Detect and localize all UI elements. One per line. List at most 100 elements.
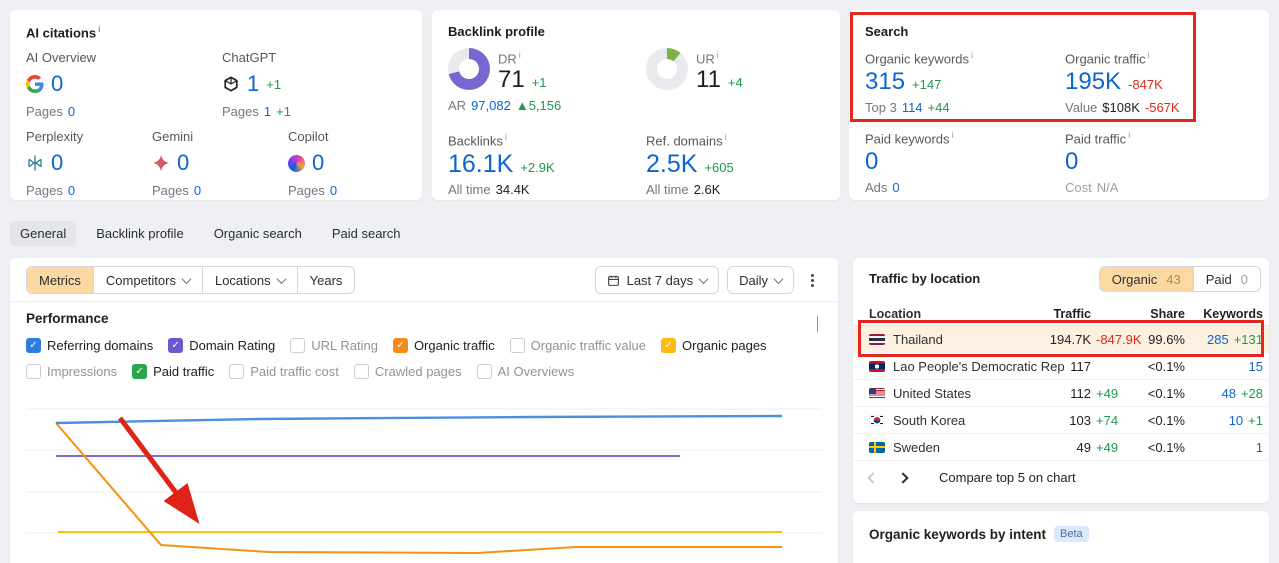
organic-keywords-intent-title: Organic keywords by intent: [869, 526, 1047, 542]
pages-value[interactable]: 0: [194, 183, 201, 199]
keywords-value[interactable]: 15: [1249, 359, 1263, 374]
checkbox-unchecked-icon: [476, 364, 492, 379]
traffic-value: 49: [1076, 439, 1091, 455]
locations-filter-button[interactable]: Locations: [201, 267, 297, 293]
traffic-delta: +49: [1096, 439, 1119, 455]
checkbox-organic-pages[interactable]: ✓ Organic pages: [661, 336, 767, 355]
checkbox-unchecked-icon: [26, 364, 41, 379]
red-arrow-annotation: [118, 416, 200, 524]
keywords-value[interactable]: 10: [1229, 413, 1243, 428]
share-value: <0.1%: [1147, 385, 1185, 401]
organic-toggle-button[interactable]: Organic 43: [1099, 267, 1193, 291]
tab-paid-search[interactable]: Paid search: [322, 221, 411, 246]
copilot-value[interactable]: 0: [312, 150, 324, 176]
checkbox-unchecked-icon: [290, 338, 306, 353]
header-traffic[interactable]: Traffic: [1005, 307, 1091, 321]
keywords-value[interactable]: 1: [1256, 440, 1263, 455]
performance-card: Metrics Competitors Locations Years Last…: [10, 258, 838, 563]
tab-organic-search[interactable]: Organic search: [204, 221, 312, 246]
pages-value[interactable]: 0: [68, 183, 75, 199]
pages-value[interactable]: 0: [68, 104, 75, 120]
pages-value[interactable]: 1: [264, 104, 271, 120]
share-value: 99.6%: [1148, 331, 1185, 347]
checkbox-referring-domains[interactable]: ✓ Referring domains: [26, 336, 153, 355]
chevron-up-icon: [817, 316, 818, 332]
location-name: United States: [893, 385, 972, 401]
collapse-section-button[interactable]: [817, 316, 818, 332]
checkbox-crawled-pages[interactable]: Crawled pages: [353, 362, 462, 381]
ref-domains-value[interactable]: 2.5K: [646, 150, 697, 178]
backlinks-value[interactable]: 16.1K: [448, 150, 513, 178]
top3-value[interactable]: 114: [902, 100, 923, 116]
checkbox-checked-icon: ✓: [168, 338, 184, 353]
checkbox-organic-traffic-value[interactable]: Organic traffic value: [509, 336, 646, 355]
organic-paid-toggle: Organic 43 Paid 0: [1098, 266, 1261, 292]
keywords-delta: +28: [1240, 385, 1263, 401]
paid-keywords-value[interactable]: 0: [865, 148, 878, 176]
alltime-value: 2.6K: [693, 182, 721, 197]
organic-traffic-value[interactable]: 195K: [1065, 68, 1121, 96]
chevron-down-icon: [773, 273, 784, 284]
performance-line-chart[interactable]: [10, 386, 838, 563]
table-row-united-states[interactable]: United States 112 +49 <0.1% 48 +28: [853, 380, 1269, 407]
ai-overview-value[interactable]: 0: [51, 71, 63, 97]
traffic-value: 194.7K: [1049, 331, 1091, 347]
paid-traffic-label: Paid traffic: [1065, 130, 1130, 146]
table-row-sweden[interactable]: Sweden 49 +49 <0.1% 1: [853, 434, 1269, 461]
perplexity-value[interactable]: 0: [51, 150, 63, 176]
checkbox-url-rating[interactable]: URL Rating: [290, 336, 378, 355]
perplexity-icon: [26, 154, 44, 172]
competitors-filter-button[interactable]: Competitors: [92, 267, 202, 293]
checkbox-label: URL Rating: [311, 338, 378, 353]
ur-donut-chart: [646, 48, 688, 90]
calendar-icon: [607, 274, 620, 287]
keywords-value[interactable]: 48: [1221, 386, 1235, 401]
chevron-right-icon[interactable]: [897, 471, 909, 484]
value-delta: -567K: [1144, 100, 1180, 115]
tab-backlink-profile[interactable]: Backlink profile: [86, 221, 193, 246]
gemini-value[interactable]: 0: [177, 150, 189, 176]
tab-general[interactable]: General: [10, 221, 77, 246]
chevron-left-icon[interactable]: [867, 471, 879, 484]
flag-united-states-icon: [869, 387, 885, 399]
metrics-filter-button[interactable]: Metrics: [27, 267, 93, 293]
date-range-button[interactable]: Last 7 days: [594, 266, 720, 294]
traffic-delta: +49: [1096, 385, 1119, 401]
granularity-button[interactable]: Daily: [727, 266, 794, 294]
table-row-thailand[interactable]: Thailand 194.7K -847.9K 99.6% 285 +131: [853, 326, 1269, 353]
beta-badge: Beta: [1054, 526, 1089, 542]
backlinks-delta: +2.9K: [520, 160, 555, 175]
backlinks-label: Backlinks: [448, 132, 507, 148]
checkbox-organic-traffic[interactable]: ✓ Organic traffic: [392, 336, 495, 355]
paid-traffic-value[interactable]: 0: [1065, 148, 1078, 176]
paid-toggle-button[interactable]: Paid 0: [1192, 267, 1260, 291]
checkbox-impressions[interactable]: Impressions: [26, 362, 117, 381]
table-row-laos[interactable]: Lao People's Democratic Rep 117 <0.1% 15: [853, 353, 1269, 380]
ads-value[interactable]: 0: [892, 180, 899, 196]
checkbox-domain-rating[interactable]: ✓ Domain Rating: [168, 336, 275, 355]
checkbox-paid-traffic-cost[interactable]: Paid traffic cost: [229, 362, 339, 381]
checkbox-checked-icon: ✓: [392, 338, 408, 353]
pages-value[interactable]: 0: [330, 183, 337, 199]
header-share[interactable]: Share: [1135, 307, 1185, 321]
organic-traffic-delta: -847K: [1128, 77, 1163, 92]
chatgpt-value[interactable]: 1: [247, 71, 259, 97]
years-filter-button[interactable]: Years: [296, 267, 355, 293]
organic-keywords-value[interactable]: 315: [865, 68, 905, 96]
gemini-icon: [152, 154, 170, 172]
share-value: <0.1%: [1147, 358, 1185, 374]
compare-top5-link[interactable]: Compare top 5 on chart: [939, 470, 1076, 485]
checkbox-ai-overviews[interactable]: AI Overviews: [476, 362, 574, 381]
pages-label: Pages: [222, 104, 259, 119]
ar-value[interactable]: 97,082: [471, 98, 511, 114]
chevron-down-icon: [698, 273, 709, 284]
copilot-block: Copilot 0 Pages 0: [288, 129, 418, 199]
paid-count: 0: [1240, 271, 1248, 287]
checkbox-paid-traffic[interactable]: ✓ Paid traffic: [132, 362, 214, 381]
header-keywords[interactable]: Keywords: [1185, 307, 1263, 321]
table-row-south-korea[interactable]: South Korea 103 +74 <0.1% 10 +1: [853, 407, 1269, 434]
chatgpt-block: ChatGPT 1 +1 Pages 1 +1: [222, 50, 352, 120]
more-options-kebab-button[interactable]: [802, 266, 822, 294]
keywords-value[interactable]: 285: [1207, 332, 1229, 347]
header-location[interactable]: Location: [869, 307, 1005, 321]
